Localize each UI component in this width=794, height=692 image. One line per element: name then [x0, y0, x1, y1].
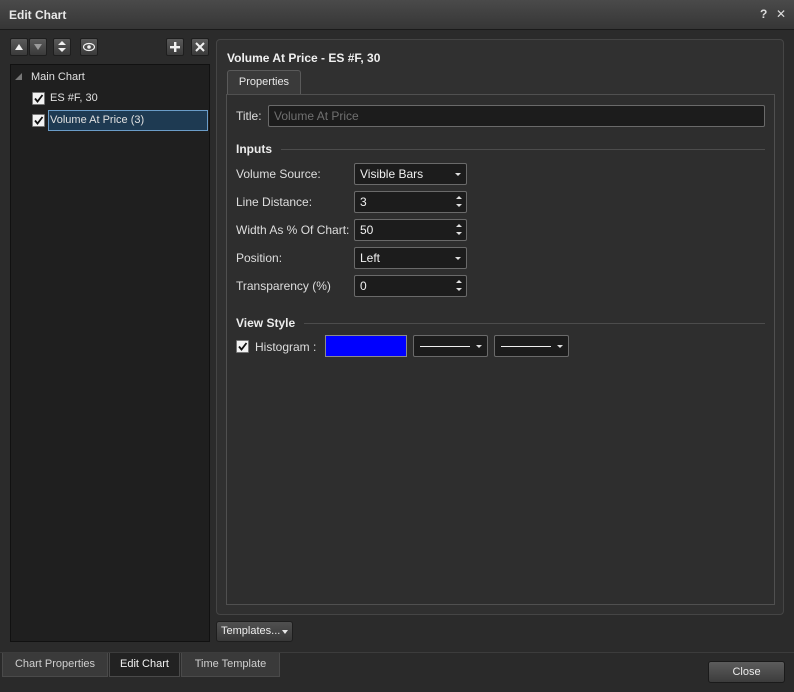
panel-heading: Volume At Price - ES #F, 30 [227, 51, 381, 65]
tab-edit-chart[interactable]: Edit Chart [109, 653, 180, 677]
title-input[interactable]: Volume At Price [268, 105, 765, 127]
chevron-down-icon [455, 173, 461, 176]
position-select[interactable]: Left [354, 247, 467, 269]
line-width-sample [501, 346, 551, 347]
arrow-down-icon [34, 44, 42, 50]
line-distance-value: 3 [360, 195, 367, 209]
tree-item-label: ES #F, 30 [50, 92, 98, 104]
collapse-triangle-icon [15, 73, 22, 80]
es-checkbox[interactable] [32, 92, 45, 105]
spinner-icon[interactable] [455, 194, 463, 210]
line-width-select[interactable] [494, 335, 569, 357]
move-up-button[interactable] [10, 38, 28, 56]
chevron-down-icon [455, 257, 461, 260]
title-bar: Edit Chart ? ✕ [0, 0, 794, 30]
line-distance-stepper[interactable]: 3 [354, 191, 467, 213]
tab-properties[interactable]: Properties [227, 70, 301, 94]
checkmark-icon [238, 342, 248, 351]
volume-source-label: Volume Source: [236, 167, 321, 181]
line-style-select[interactable] [413, 335, 488, 357]
chevron-down-icon [557, 345, 563, 348]
width-pct-stepper[interactable]: 50 [354, 219, 467, 241]
section-divider [304, 323, 765, 324]
spinner-icon[interactable] [455, 222, 463, 238]
tree-item-volume-at-price[interactable]: Volume At Price (3) [31, 110, 201, 130]
delete-button[interactable] [191, 38, 209, 56]
histogram-checkbox[interactable] [236, 340, 249, 353]
line-style-sample [420, 346, 470, 347]
inputs-section-heading: Inputs [236, 142, 272, 156]
chevron-down-icon [476, 345, 482, 348]
tree-item-label: Volume At Price (3) [50, 114, 145, 126]
tab-time-template[interactable]: Time Template [181, 653, 280, 677]
close-button[interactable]: Close [708, 661, 785, 683]
window-title: Edit Chart [9, 8, 67, 22]
view-style-section-heading: View Style [236, 316, 296, 330]
width-pct-value: 50 [360, 223, 374, 237]
checkmark-icon [34, 116, 44, 125]
volume-source-value: Visible Bars [360, 167, 424, 181]
volume-source-select[interactable]: Visible Bars [354, 163, 467, 185]
line-distance-label: Line Distance: [236, 195, 313, 209]
eye-icon [83, 42, 95, 52]
histogram-color-swatch[interactable] [325, 335, 407, 357]
volume-at-price-checkbox[interactable] [32, 114, 45, 127]
tab-chart-properties[interactable]: Chart Properties [2, 653, 108, 677]
title-label: Title: [236, 109, 262, 123]
delete-icon [195, 42, 205, 52]
position-label: Position: [236, 251, 283, 265]
add-button[interactable] [166, 38, 184, 56]
transparency-label: Transparency (%) [236, 279, 331, 293]
tree-item-es[interactable]: ES #F, 30 [31, 88, 201, 108]
plus-icon [170, 42, 180, 52]
templates-button-label: Templates... [221, 625, 281, 637]
expand-collapse-button[interactable] [53, 38, 71, 56]
window-close-button[interactable]: ✕ [776, 7, 786, 21]
arrow-up-icon [15, 44, 23, 50]
checkmark-icon [34, 94, 44, 103]
help-button[interactable]: ? [760, 7, 767, 21]
transparency-value: 0 [360, 279, 367, 293]
section-divider [281, 149, 765, 150]
study-properties-panel: Volume At Price - ES #F, 30 Properties T… [216, 39, 784, 615]
properties-box: Title: Volume At Price Inputs Volume Sou… [226, 94, 775, 605]
templates-button[interactable]: Templates... [216, 621, 293, 642]
chevron-down-icon [282, 630, 288, 634]
tree-root-label: Main Chart [31, 71, 85, 83]
move-down-button[interactable] [29, 38, 47, 56]
tree-toolbar [10, 38, 210, 60]
expand-collapse-icon [58, 41, 66, 52]
chart-tree: Main Chart ES #F, 30 Volume At Price (3) [10, 64, 210, 642]
visibility-button[interactable] [80, 38, 98, 56]
spinner-icon[interactable] [455, 278, 463, 294]
position-value: Left [360, 251, 381, 265]
transparency-stepper[interactable]: 0 [354, 275, 467, 297]
width-pct-label: Width As % Of Chart: [236, 223, 350, 237]
histogram-label: Histogram : [255, 340, 317, 354]
